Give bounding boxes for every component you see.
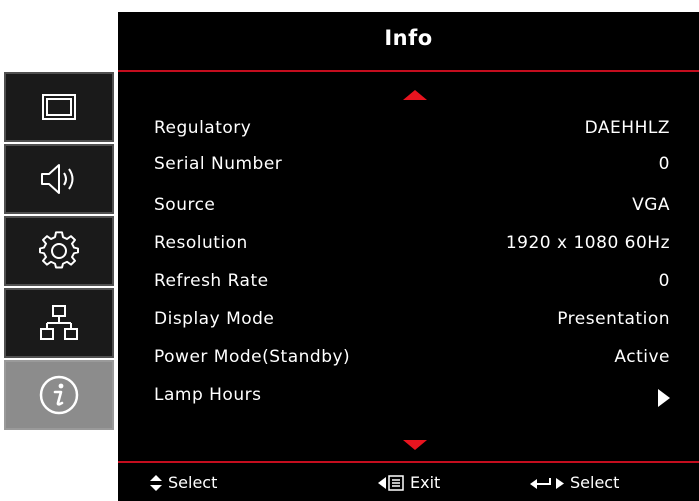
footer-hint-navigate: Select [150,473,217,492]
osd-footer: Select Exit Select [118,461,699,501]
gear-icon [39,231,79,269]
scroll-down-arrow-icon[interactable] [403,440,427,450]
info-row-source: Source VGA [154,195,670,221]
page-title: Info [384,26,433,50]
info-icon [39,375,79,415]
info-row-lamp-hours[interactable]: Lamp Hours [154,385,670,411]
info-label: Display Mode [154,309,275,329]
info-label: Resolution [154,233,248,253]
info-row-display-mode: Display Mode Presentation [154,309,670,335]
submenu-arrow-icon[interactable] [658,389,670,407]
footer-hint-enter: Select [530,473,619,492]
info-label: Lamp Hours [154,385,262,405]
info-value: Active [614,347,670,367]
menu-exit-icon [378,474,404,491]
speaker-icon [41,164,74,194]
footer-select-label: Select [168,473,218,492]
footer-exit-label: Exit [410,473,441,492]
info-value: 0 [658,271,670,291]
info-row-serial-number: Serial Number 0 [154,154,670,180]
enter-arrow-icon [530,477,564,489]
info-label: Source [154,195,216,215]
scroll-up-arrow-icon[interactable] [403,90,427,100]
network-icon [40,305,78,340]
sidebar-tab-info[interactable] [4,360,114,430]
sidebar-tab-display[interactable] [4,72,114,142]
info-row-resolution: Resolution 1920 x 1080 60Hz [154,233,670,259]
footer-hint-exit: Exit [378,473,440,492]
sidebar [4,72,114,432]
info-row-regulatory: Regulatory DAEHHLZ [154,118,670,144]
info-value: VGA [632,195,670,215]
info-value: 1920 x 1080 60Hz [505,233,670,253]
info-value: Presentation [557,309,670,329]
sidebar-tab-network[interactable] [4,288,114,358]
info-value: 0 [658,154,670,174]
sidebar-tab-setup[interactable] [4,216,114,286]
info-row-power-mode: Power Mode(Standby) Active [154,347,670,373]
info-label: Regulatory [154,118,252,138]
display-icon [42,94,76,120]
footer-enter-select-label: Select [570,473,620,492]
info-label: Refresh Rate [154,271,269,291]
up-down-arrows-icon [150,474,162,491]
osd-menu-panel: Info Regulatory DAEHHLZ Serial Number 0 … [118,12,699,501]
info-label: Power Mode(Standby) [154,347,351,367]
sidebar-tab-audio[interactable] [4,144,114,214]
info-label: Serial Number [154,154,283,174]
osd-header: Info [118,12,699,72]
info-row-refresh-rate: Refresh Rate 0 [154,271,670,297]
info-value: DAEHHLZ [584,118,670,138]
